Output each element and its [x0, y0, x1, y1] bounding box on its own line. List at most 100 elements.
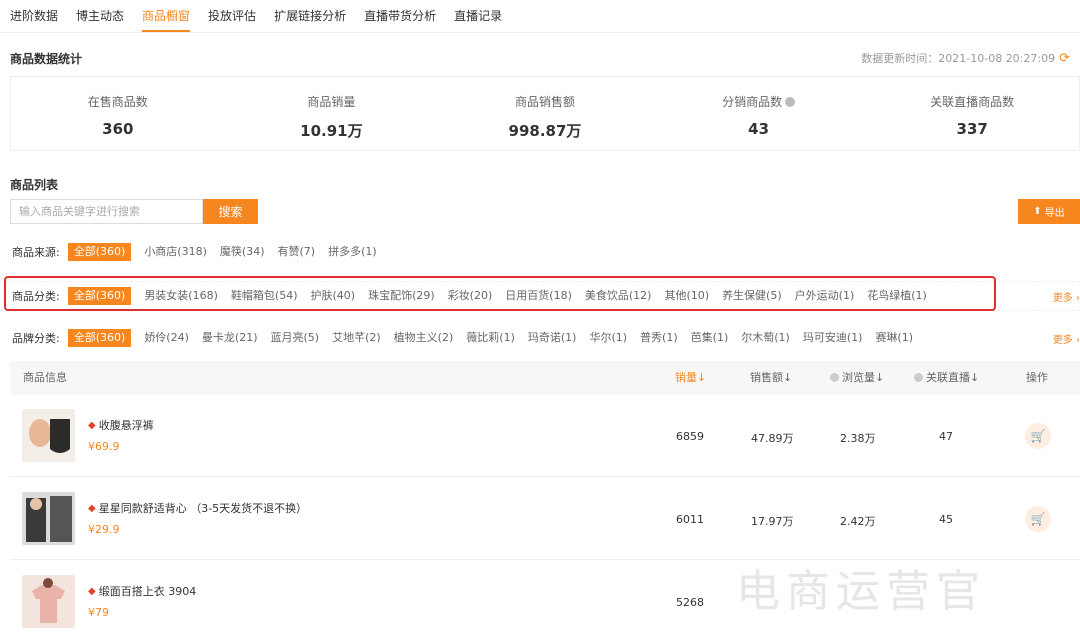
product-name[interactable]: ◆ 星星同款舒适背心 （3-5天发货不退不换） [88, 500, 307, 516]
cell-sales: 6859 [676, 430, 704, 443]
product-price: ¥69.9 [88, 440, 120, 453]
filter-chip[interactable]: 有赞(7) [278, 243, 316, 261]
stat-value: 43 [748, 120, 770, 138]
stat-distribution: 分销商品数 43 [652, 77, 866, 150]
product-name-text: 缎面百搭上衣 3904 [98, 585, 197, 598]
stat-value: 998.87万 [508, 122, 582, 140]
cell-views: 2.42万 [840, 515, 876, 528]
stat-label: 在售商品数 [87, 95, 148, 109]
filter-chip[interactable]: 华尔(1) [589, 329, 627, 347]
shop-icon: ◆ [88, 585, 96, 597]
filter-chip[interactable]: 玛奇诺(1) [528, 329, 577, 347]
product-price: ¥29.9 [88, 523, 120, 536]
search-input[interactable] [10, 199, 203, 224]
cell-sales: 6011 [676, 513, 704, 526]
stat-label: 商品销售额 [514, 95, 575, 109]
refresh-icon[interactable]: ⟳ [1059, 51, 1070, 66]
stats-title: 商品数据统计 [10, 52, 83, 66]
cell-live: 45 [939, 513, 953, 526]
header-revenue[interactable]: 销售额↓ [750, 361, 792, 395]
product-price: ¥79 [88, 606, 109, 619]
tab-ad-evaluation[interactable]: 投放评估 [208, 0, 256, 32]
header-revenue-label: 销售额 [750, 371, 783, 384]
filter-chip[interactable]: 全部(360) [67, 329, 132, 347]
info-icon [830, 373, 839, 382]
tab-blogger-feed[interactable]: 博主动态 [76, 0, 124, 32]
filter-brand: 品牌分类: 全部(360) 娇伶(24) 曼卡龙(21) 蓝月亮(5) 艾地芊(… [0, 325, 1080, 351]
filter-chip[interactable]: 植物主义(2) [394, 329, 454, 347]
info-icon[interactable] [785, 96, 796, 107]
product-thumbnail[interactable] [22, 575, 75, 628]
header-views[interactable]: 浏览量↓ [830, 361, 884, 395]
filter-chip[interactable]: 小商店(318) [144, 243, 207, 261]
stat-label: 分销商品数 [722, 95, 783, 109]
tab-live-sales-analysis[interactable]: 直播带货分析 [364, 0, 436, 32]
shop-icon: ◆ [88, 502, 96, 514]
filter-chip[interactable]: 娇伶(24) [144, 329, 189, 347]
product-name-text: 星星同款舒适背心 （3-5天发货不退不换） [98, 502, 308, 515]
header-sales-label: 销量 [675, 371, 697, 384]
header-action: 操作 [1026, 371, 1048, 384]
tab-live-records[interactable]: 直播记录 [454, 0, 502, 32]
filter-chip[interactable]: 蓝月亮(5) [271, 329, 320, 347]
stat-label: 关联直播商品数 [930, 95, 1015, 109]
search-button[interactable]: 搜索 [203, 199, 258, 224]
filter-chip[interactable]: 薇比莉(1) [466, 329, 515, 347]
table-header: 商品信息 销量↓ 销售额↓ 浏览量↓ 关联直播↓ 操作 [10, 361, 1080, 395]
cell-revenue: 17.97万 [751, 515, 794, 528]
stat-on-sale: 在售商品数 360 [11, 77, 225, 150]
stat-value: 10.91万 [300, 122, 363, 140]
filter-chip[interactable]: 芭集(1) [691, 329, 729, 347]
cart-icon[interactable]: 🛒 [1025, 423, 1051, 449]
filter-chip[interactable]: 赛琳(1) [875, 329, 913, 347]
tab-product-showcase[interactable]: 商品橱窗 [142, 0, 191, 32]
filter-source: 商品来源: 全部(360) 小商店(318) 魔筷(34) 有赞(7) 拼多多(… [0, 239, 1080, 265]
filter-chip[interactable]: 玛可安迪(1) [803, 329, 863, 347]
more-link[interactable]: 更多 › [1053, 331, 1080, 346]
more-label: 更多 [1052, 292, 1073, 304]
list-title: 商品列表 [10, 178, 59, 192]
tab-advanced[interactable]: 进阶数据 [10, 0, 58, 32]
stat-live-linked: 关联直播商品数 337 [865, 77, 1079, 150]
table-row: ◆ 缎面百搭上衣 3904 ¥79 5268 [10, 561, 1080, 635]
top-tabs: 进阶数据 博主动态 商品橱窗 投放评估 扩展链接分析 直播带货分析 直播记录 [0, 0, 1080, 33]
update-time-text: 数据更新时间：2021-10-08 20:27:09 [861, 52, 1056, 65]
filter-label: 品牌分类: [12, 332, 60, 345]
product-name[interactable]: ◆ 收腹悬浮裤 [88, 417, 154, 433]
filter-chip[interactable]: 尔木萄(1) [741, 329, 790, 347]
upload-icon: ⬆ [1033, 206, 1042, 217]
filter-chip[interactable]: 魔筷(34) [220, 243, 265, 261]
header-sales[interactable]: 销量↓ [675, 361, 706, 395]
stat-label: 商品销量 [307, 95, 356, 109]
info-icon [914, 373, 923, 382]
more-link[interactable]: 更多 › [1053, 289, 1080, 304]
export-button[interactable]: ⬆ 导出 [1018, 199, 1080, 224]
filter-chip[interactable]: 普秀(1) [640, 329, 678, 347]
filter-chip[interactable]: 曼卡龙(21) [202, 329, 258, 347]
product-thumbnail[interactable] [22, 492, 75, 545]
table-row: ◆ 星星同款舒适背心 （3-5天发货不退不换） ¥29.9 6011 17.97万… [10, 478, 1080, 560]
table-row: ◆ 收腹悬浮裤 ¥69.9 6859 47.89万 2.38万 47 🛒 [10, 395, 1080, 477]
stat-value: 337 [956, 120, 988, 138]
filter-chip[interactable]: 拼多多(1) [328, 243, 377, 261]
stat-sales: 商品销量 10.91万 [225, 77, 439, 150]
header-product-info: 商品信息 [23, 371, 67, 384]
filter-chip[interactable]: 全部(360) [67, 243, 132, 261]
cell-live: 47 [939, 430, 953, 443]
cell-revenue: 47.89万 [751, 432, 794, 445]
cart-icon[interactable]: 🛒 [1025, 506, 1051, 532]
highlight-box [4, 276, 996, 311]
filter-chip[interactable]: 艾地芊(2) [332, 329, 381, 347]
stat-value: 360 [102, 120, 134, 138]
stat-revenue: 商品销售额 998.87万 [438, 77, 652, 150]
tab-link-analysis[interactable]: 扩展链接分析 [274, 0, 346, 32]
product-thumbnail[interactable] [22, 409, 75, 462]
more-label: 更多 [1052, 334, 1073, 346]
header-views-label: 浏览量 [842, 371, 875, 384]
cell-sales: 5268 [676, 596, 704, 609]
filter-label: 商品来源: [12, 246, 60, 259]
cell-views: 2.38万 [840, 432, 876, 445]
product-name[interactable]: ◆ 缎面百搭上衣 3904 [88, 583, 196, 599]
header-live[interactable]: 关联直播↓ [914, 361, 979, 395]
export-label: 导出 [1044, 208, 1065, 219]
